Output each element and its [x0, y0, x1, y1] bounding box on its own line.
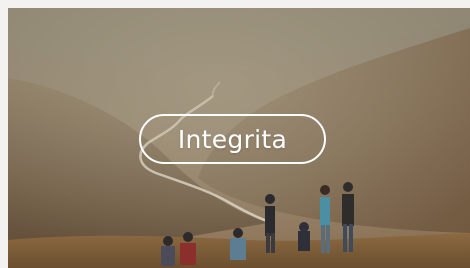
integrita-button[interactable]: Integrita — [139, 114, 326, 164]
hero-image-card: Integrita — [8, 8, 470, 268]
